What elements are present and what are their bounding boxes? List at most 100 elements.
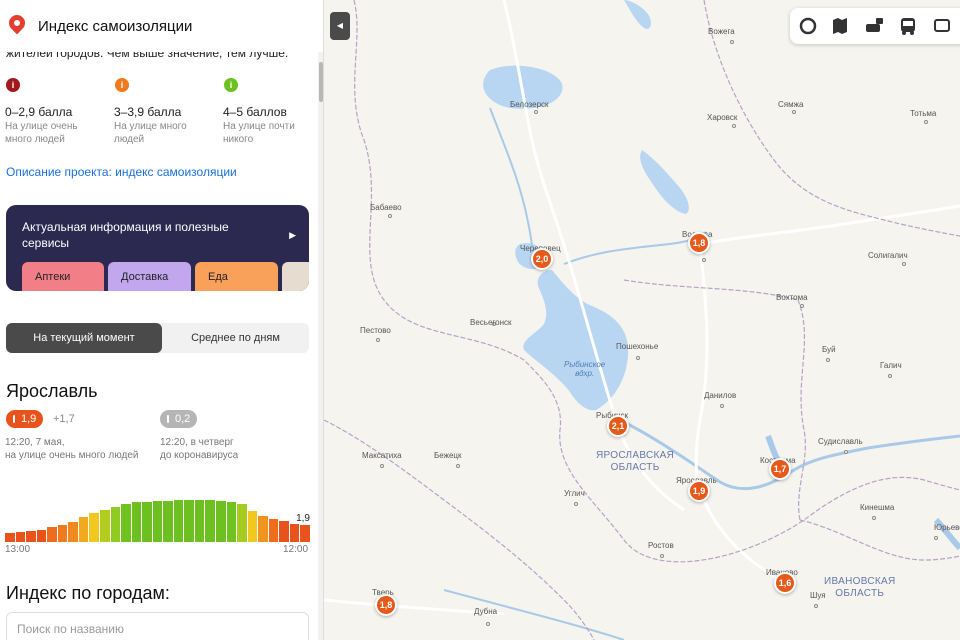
map-area[interactable]: ◀ Вожега Белозерск Сямжа Харовск Тотьма … — [324, 0, 960, 640]
map-layers-icon[interactable] — [830, 16, 850, 36]
place-label[interactable]: Пестово — [360, 326, 391, 335]
collapse-panel-button[interactable]: ◀ — [330, 12, 350, 40]
place-label[interactable]: Юрьевец — [934, 523, 960, 532]
chart-bar[interactable] — [26, 530, 36, 542]
map-base — [324, 0, 960, 640]
index-marker-tver[interactable]: 1,8 — [375, 594, 397, 616]
place-dot — [388, 214, 392, 218]
cities-index-title: Индекс по городам: — [6, 583, 170, 603]
chart-bar[interactable] — [99, 509, 110, 542]
chart-bar[interactable] — [142, 501, 152, 542]
promo-chip-more[interactable] — [282, 262, 309, 291]
place-dot — [844, 450, 848, 454]
chevron-left-icon: ◀ — [336, 21, 344, 30]
place-label[interactable]: Вохтома — [776, 293, 808, 302]
chart-bar[interactable] — [173, 499, 184, 542]
place-label[interactable]: Дубна — [474, 607, 497, 616]
place-label[interactable]: Ростов — [648, 541, 674, 550]
place-label[interactable]: Максатиха — [362, 451, 402, 460]
chart-bar[interactable] — [268, 519, 279, 542]
info-icon — [167, 415, 169, 423]
chart-bar[interactable] — [47, 527, 57, 542]
place-label[interactable]: Кинешма — [860, 503, 894, 512]
index-marker-vologda[interactable]: 1,8 — [688, 232, 710, 254]
place-label[interactable]: Тотьма — [910, 109, 936, 118]
chart-bar[interactable] — [216, 500, 226, 542]
legend-desc: На улице много людей — [114, 121, 187, 145]
index-marker-ivanovo[interactable]: 1,6 — [774, 572, 796, 594]
chart-bar[interactable] — [226, 501, 237, 542]
index-marker-yaroslavl[interactable]: 1,9 — [688, 480, 710, 502]
place-label[interactable]: Белозерск — [510, 100, 549, 109]
place-label[interactable]: Харовск — [707, 113, 737, 122]
place-label[interactable]: Судиславль — [818, 437, 863, 446]
chart-end-time: 12:00 — [283, 544, 309, 555]
place-label[interactable]: Сямжа — [778, 100, 803, 109]
traffic-icon[interactable] — [798, 16, 818, 36]
chart-bar[interactable] — [36, 530, 47, 542]
chart-bar[interactable] — [289, 523, 300, 542]
place-label[interactable]: Данилов — [704, 391, 736, 400]
left-panel: Индекс самоизоляции жителей городов. Чем… — [0, 0, 324, 640]
chart-bar[interactable] — [194, 499, 205, 542]
chart-bar[interactable] — [163, 500, 173, 542]
chart-bar[interactable] — [237, 504, 247, 542]
chart-bar[interactable] — [258, 516, 268, 542]
chart-bar[interactable] — [78, 517, 89, 542]
place-label[interactable]: Галич — [880, 361, 902, 370]
legend-item-mid: i 3–3,9 балла На улице много людей — [114, 78, 219, 146]
index-marker-cherepovets[interactable]: 2,0 — [531, 248, 553, 270]
place-label[interactable]: Бежецк — [434, 451, 462, 460]
index-marker-rybinsk[interactable]: 2,1 — [607, 415, 629, 437]
reservoir-label: Рыбинское вдхр. — [564, 360, 606, 378]
chart-bar[interactable] — [184, 499, 194, 542]
chart-bar[interactable] — [110, 507, 121, 542]
place-label[interactable]: Солигалич — [868, 251, 908, 260]
place-dot — [924, 120, 928, 124]
chart-bar[interactable] — [121, 504, 131, 542]
place-dot — [730, 40, 734, 44]
project-description-link[interactable]: Описание проекта: индекс самоизоляции — [6, 165, 237, 179]
chart-bar[interactable] — [57, 524, 68, 542]
promo-chip-delivery[interactable]: Доставка — [108, 262, 191, 291]
chart-bar[interactable] — [247, 510, 258, 542]
region-label-ivanovo: ИВАНОВСКАЯ ОБЛАСТЬ — [824, 576, 896, 599]
taxi-icon[interactable] — [864, 16, 884, 36]
promo-chip-pharmacies[interactable]: Аптеки — [22, 262, 104, 291]
panel-header: Индекс самоизоляции — [0, 0, 318, 52]
toggle-daily-average-button[interactable]: Среднее по дням — [162, 323, 309, 353]
chart-bar[interactable] — [279, 520, 289, 542]
chart-bar[interactable] — [205, 499, 216, 542]
promo-chip-food[interactable]: Еда — [195, 262, 278, 291]
current-index-note: 12:20, 7 мая, на улице очень много людей — [5, 437, 139, 461]
index-marker-kostroma[interactable]: 1,7 — [769, 458, 791, 480]
place-dot — [720, 404, 724, 408]
chart-bar[interactable] — [152, 500, 163, 542]
info-icon: i — [115, 78, 129, 92]
place-label[interactable]: Бабаево — [370, 203, 402, 212]
legend-desc: На улице почти никого — [223, 121, 295, 145]
chart-bar[interactable] — [15, 531, 26, 542]
promo-card[interactable]: Актуальная информация и полезные сервисы… — [6, 205, 309, 291]
place-label[interactable]: Буй — [822, 345, 836, 354]
region-label-yaroslavl: ЯРОСЛАВСКАЯ ОБЛАСТЬ — [596, 450, 675, 473]
legend-range: 4–5 баллов — [223, 105, 287, 119]
chart-bar[interactable] — [300, 524, 310, 542]
city-search-input[interactable] — [6, 612, 309, 640]
chart-bar[interactable] — [68, 521, 78, 542]
promo-title: Актуальная информация и полезные сервисы — [22, 220, 229, 250]
place-dot — [826, 358, 830, 362]
place-label[interactable]: Пошехонье — [616, 342, 658, 351]
chart-bar[interactable] — [89, 513, 99, 542]
chart-bar[interactable] — [5, 532, 15, 542]
place-label[interactable]: Углич — [564, 489, 585, 498]
toggle-current-button[interactable]: На текущий момент — [6, 323, 162, 353]
bus-icon[interactable] — [898, 16, 918, 36]
chart-bar[interactable] — [131, 502, 142, 542]
panorama-icon[interactable] — [932, 16, 952, 36]
place-label[interactable]: Вожега — [708, 27, 735, 36]
chevron-right-icon[interactable]: ▶ — [289, 230, 296, 241]
place-dot — [376, 338, 380, 342]
place-dot — [534, 110, 538, 114]
place-label[interactable]: Весьегонск — [470, 318, 512, 327]
